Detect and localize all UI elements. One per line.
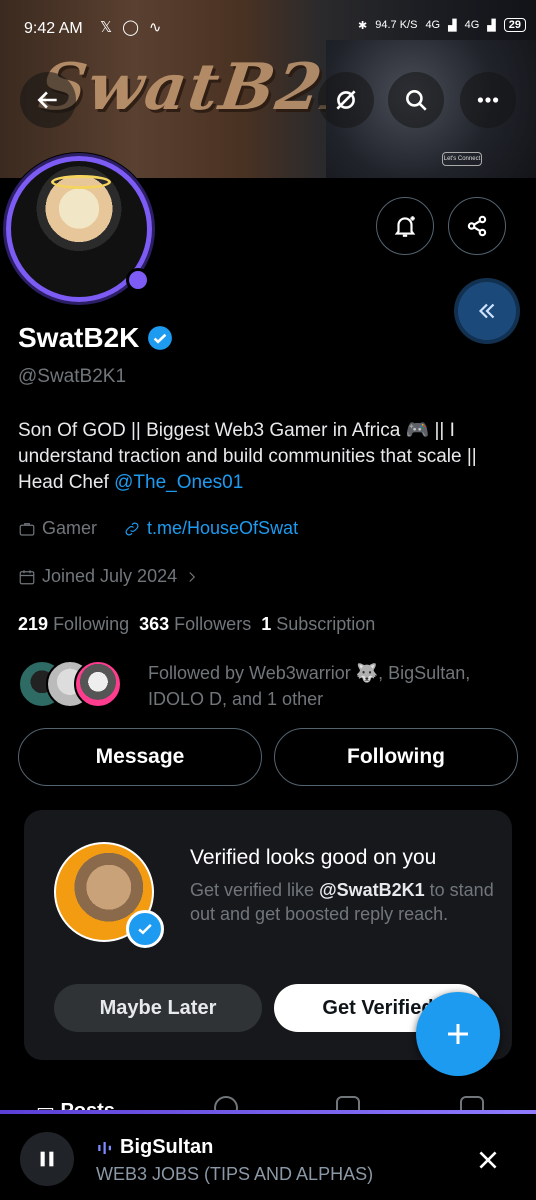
chevrons-left-icon bbox=[478, 303, 495, 319]
search-icon bbox=[406, 90, 427, 111]
back-button[interactable] bbox=[20, 72, 76, 128]
following-button[interactable]: Following bbox=[274, 728, 518, 786]
profile-name-row: SwatB2K bbox=[18, 322, 173, 354]
bluetooth-icon: ✱ bbox=[358, 19, 368, 32]
arrow-left-icon bbox=[37, 91, 57, 109]
signal-icon-2: ▟ bbox=[487, 19, 496, 32]
chevron-right-icon bbox=[189, 571, 196, 582]
profile-name: SwatB2K bbox=[18, 322, 140, 353]
share-icon bbox=[467, 215, 487, 237]
plus-icon bbox=[448, 1024, 468, 1044]
pause-button[interactable] bbox=[20, 1132, 74, 1186]
halo-graphic bbox=[51, 175, 111, 189]
whatsapp-icon: ◯ bbox=[122, 19, 139, 36]
followed-by-text: Followed by Web3warrior 🐺, BigSultan, ID… bbox=[148, 663, 471, 709]
profile-meta-row: Gamer t.me/HouseOfSwat bbox=[18, 518, 298, 539]
net1-label: 4G bbox=[425, 19, 441, 31]
status-time: 9:42 AM bbox=[24, 20, 83, 37]
notify-button[interactable] bbox=[376, 197, 434, 255]
following-stat[interactable]: 219 Following bbox=[18, 614, 129, 635]
audio-bars-icon bbox=[98, 1141, 111, 1154]
profile-website-link[interactable]: t.me/HouseOfSwat bbox=[147, 518, 298, 539]
message-button[interactable]: Message bbox=[18, 728, 262, 786]
followers-stat[interactable]: 363 Followers bbox=[139, 614, 251, 635]
player-title: WEB3 JOBS (TIPS AND ALPHAS) bbox=[96, 1164, 374, 1184]
verified-check-icon bbox=[126, 910, 164, 948]
bio-mention-link[interactable]: @The_Ones01 bbox=[114, 472, 243, 493]
battery-icon: 29 bbox=[503, 18, 526, 32]
player-host: BigSultan bbox=[96, 1136, 213, 1159]
notification-icons: 𝕏 ◯ ∿ bbox=[100, 18, 161, 36]
collapse-button[interactable] bbox=[458, 282, 516, 340]
link-icon bbox=[125, 522, 139, 535]
x-app-icon: 𝕏 bbox=[100, 19, 113, 36]
net-speed: 94.7 K/S bbox=[375, 19, 418, 31]
follow-stats: 219 Following 363 Followers 1 Subscripti… bbox=[18, 614, 375, 635]
joined-row[interactable]: Joined July 2024 bbox=[18, 566, 201, 587]
maybe-later-button[interactable]: Maybe Later bbox=[54, 984, 262, 1032]
share-button[interactable] bbox=[448, 197, 506, 255]
search-button[interactable] bbox=[388, 72, 444, 128]
net2-label: 4G bbox=[464, 19, 480, 31]
profile-bio: Son Of GOD || Biggest Web3 Gamer in Afri… bbox=[18, 418, 518, 496]
bell-plus-icon bbox=[394, 216, 416, 237]
more-icon bbox=[477, 97, 499, 103]
joined-date: Joined July 2024 bbox=[42, 566, 178, 586]
calendar-icon bbox=[19, 569, 35, 584]
avatar-status-badge bbox=[126, 268, 150, 292]
pause-icon bbox=[40, 1151, 54, 1167]
status-bar: 9:42 AM 𝕏 ◯ ∿ ✱ 94.7 K/S 4G ▟ 4G ▟ 29 bbox=[0, 0, 536, 60]
followed-by-row[interactable]: Followed by Web3warrior 🐺, BigSultan, ID… bbox=[18, 658, 518, 710]
subscriptions-stat[interactable]: 1 Subscription bbox=[261, 614, 375, 635]
follower-avatar bbox=[74, 660, 122, 708]
grok-button[interactable] bbox=[318, 72, 374, 128]
card-title: Verified looks good on you bbox=[190, 846, 437, 869]
verified-badge-icon bbox=[148, 326, 173, 350]
close-icon bbox=[479, 1151, 497, 1169]
banner-badge: Let's Connect bbox=[442, 152, 482, 166]
system-icons: ✱ 94.7 K/S 4G ▟ 4G ▟ 29 bbox=[358, 18, 526, 32]
close-player-button[interactable] bbox=[470, 1142, 506, 1178]
briefcase-icon bbox=[19, 522, 35, 536]
card-text: Get verified like @SwatB2K1 to stand out… bbox=[190, 880, 494, 924]
activity-icon: ∿ bbox=[148, 19, 162, 36]
compose-button[interactable] bbox=[416, 992, 500, 1076]
signal-icon: ▟ bbox=[448, 19, 457, 32]
bio-text: Son Of GOD || Biggest Web3 Gamer in Afri… bbox=[18, 420, 477, 493]
more-button[interactable] bbox=[460, 72, 516, 128]
spaces-player[interactable]: BigSultan WEB3 JOBS (TIPS AND ALPHAS) bbox=[0, 1110, 536, 1200]
grok-icon bbox=[336, 90, 356, 110]
profile-handle: @SwatB2K1 bbox=[18, 366, 127, 387]
profile-category: Gamer bbox=[42, 518, 98, 538]
